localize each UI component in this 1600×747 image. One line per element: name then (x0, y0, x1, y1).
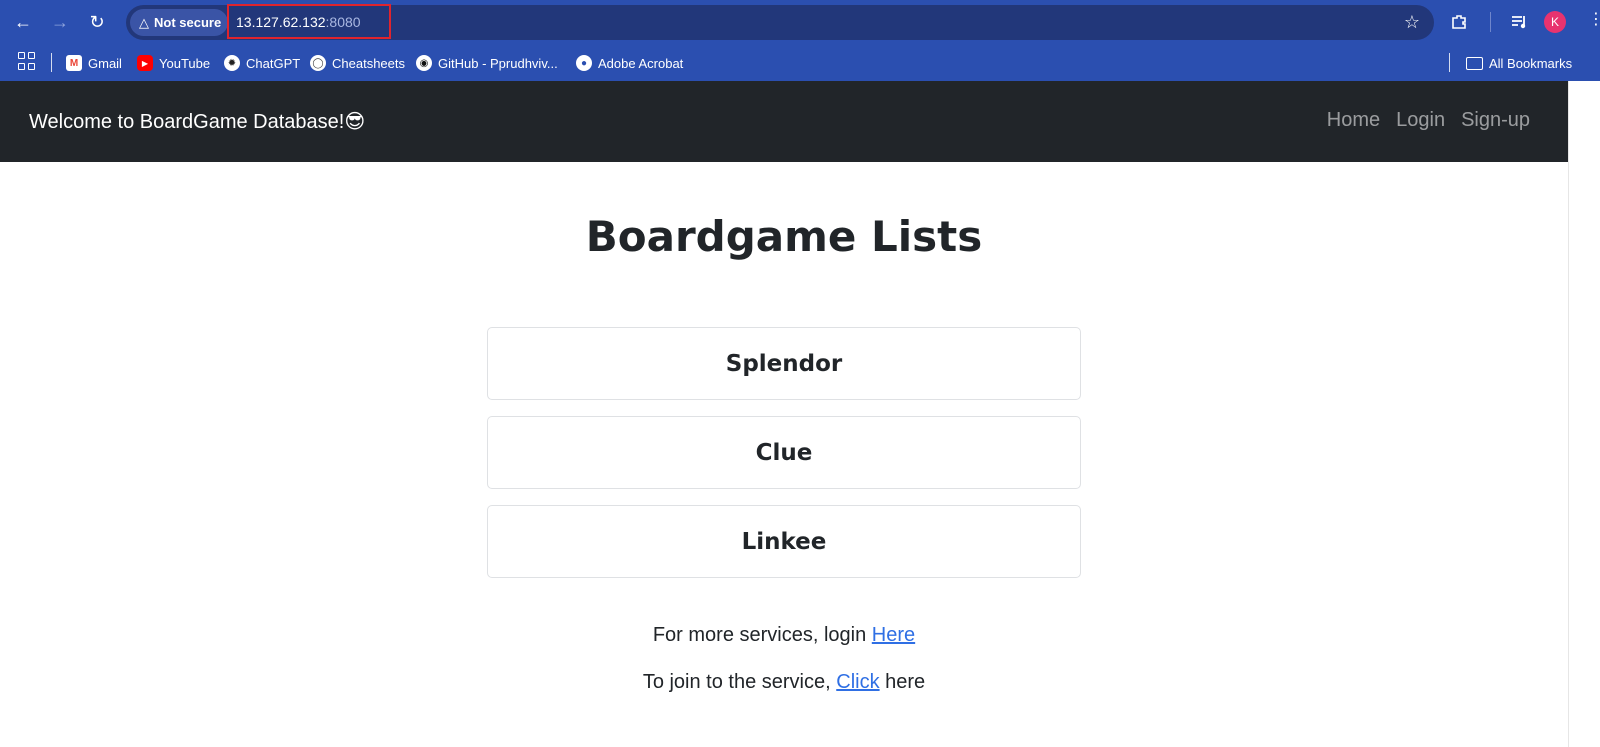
nav-link-signup[interactable]: Sign-up (1461, 109, 1530, 132)
game-card-clue[interactable]: Clue (487, 416, 1081, 489)
youtube-icon: ▶ (137, 55, 153, 71)
game-card-linkee[interactable]: Linkee (487, 505, 1081, 578)
bookmark-cheatsheets[interactable]: ◯ Cheatsheets (310, 52, 405, 74)
adobe-icon: ● (576, 55, 592, 71)
cheatsheets-icon: ◯ (310, 55, 326, 71)
reload-icon[interactable]: ↻ (84, 9, 110, 35)
bookmark-label: Adobe Acrobat (598, 55, 684, 71)
bookmark-label: GitHub - Pprudhviv... (438, 55, 558, 71)
bookmark-chatgpt[interactable]: ✹ ChatGPT (224, 52, 300, 74)
browser-chrome: ← → ↻ △ Not secure 13.127.62.132:8080 ☆ … (0, 0, 1600, 81)
bookmark-label: ChatGPT (246, 55, 301, 71)
game-title: Linkee (741, 528, 827, 555)
github-icon: ◉ (416, 55, 432, 71)
login-prompt: For more services, login Here (0, 624, 1568, 647)
forward-arrow-icon[interactable]: → (47, 9, 73, 35)
login-prefix-text: For more services, login (652, 624, 872, 646)
security-chip[interactable]: △ Not secure (130, 9, 228, 36)
site-navbar: Welcome to BoardGame Database!😎 Home Log… (0, 81, 1568, 162)
join-click-link[interactable]: Click (836, 671, 879, 693)
bookmarks-divider (51, 53, 52, 72)
bookmark-label: Cheatsheets (332, 55, 405, 71)
folder-icon (1466, 56, 1483, 70)
bookmark-gmail[interactable]: M Gmail (66, 52, 122, 74)
join-prompt: To join to the service, Click here (0, 671, 1568, 694)
game-card-splendor[interactable]: Splendor (487, 327, 1081, 400)
url-port: :8080 (325, 14, 361, 30)
nav-link-login[interactable]: Login (1396, 109, 1445, 132)
game-title: Splendor (725, 350, 843, 377)
menu-kebab-icon[interactable]: ⋮ (1588, 12, 1600, 28)
login-here-link[interactable]: Here (872, 624, 915, 646)
bookmark-star-icon[interactable]: ☆ (1404, 12, 1420, 33)
page-scrollbar[interactable] (1568, 81, 1600, 747)
all-bookmarks[interactable]: All Bookmarks (1466, 52, 1572, 74)
warning-icon: △ (139, 14, 149, 30)
profile-avatar[interactable]: K (1544, 11, 1566, 33)
bookmarks-divider-right (1449, 53, 1450, 72)
bookmark-label: Gmail (88, 55, 122, 71)
apps-grid-icon[interactable] (18, 52, 36, 70)
bookmark-label: YouTube (159, 55, 211, 71)
join-prefix-text: To join to the service, (642, 671, 837, 693)
all-bookmarks-label: All Bookmarks (1489, 55, 1573, 71)
game-title: Clue (755, 439, 813, 466)
address-bar[interactable]: △ Not secure 13.127.62.132:8080 ☆ (126, 4, 1434, 40)
gmail-icon: M (66, 55, 82, 71)
security-label: Not secure (154, 15, 222, 30)
back-arrow-icon[interactable]: ← (10, 9, 36, 35)
nav-links: Home Login Sign-up (1327, 109, 1530, 132)
chatgpt-icon: ✹ (224, 55, 240, 71)
bookmark-adobe-acrobat[interactable]: ● Adobe Acrobat (576, 52, 683, 74)
nav-link-home[interactable]: Home (1327, 109, 1380, 132)
extensions-icon[interactable] (1447, 10, 1471, 34)
media-queue-icon[interactable] (1508, 10, 1532, 34)
url-host: 13.127.62.132 (236, 14, 326, 30)
url-text[interactable]: 13.127.62.132:8080 (236, 14, 361, 30)
toolbar: ← → ↻ △ Not secure 13.127.62.132:8080 ☆ … (0, 0, 1600, 44)
navbar-brand[interactable]: Welcome to BoardGame Database!😎 (29, 109, 365, 134)
sunglasses-emoji-icon: 😎 (344, 109, 366, 133)
toolbar-divider (1490, 12, 1491, 32)
bookmark-github[interactable]: ◉ GitHub - Pprudhviv... (416, 52, 558, 74)
page-title: Boardgame Lists (585, 212, 983, 261)
bookmark-youtube[interactable]: ▶ YouTube (137, 52, 210, 74)
bookmarks-bar: M Gmail ▶ YouTube ✹ ChatGPT ◯ Cheatsheet… (0, 44, 1600, 81)
join-suffix-text: here (879, 671, 926, 693)
brand-text: Welcome to BoardGame Database! (29, 111, 345, 133)
